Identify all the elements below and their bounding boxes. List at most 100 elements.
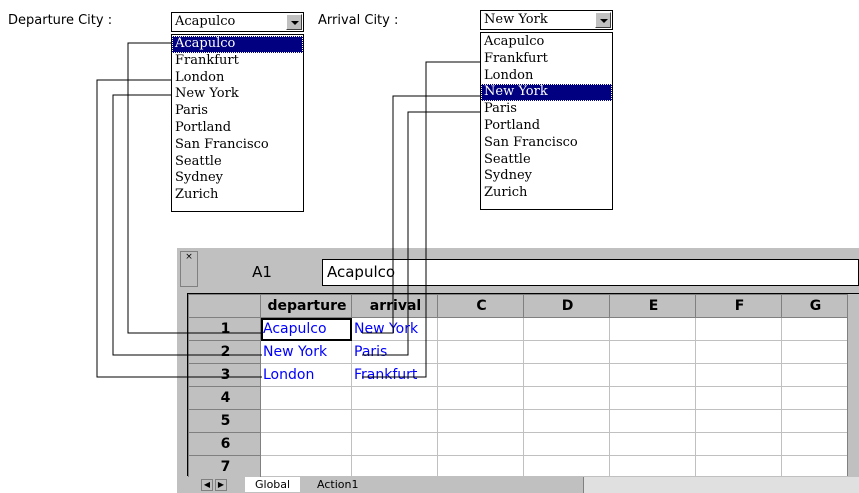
column-header[interactable]: G <box>781 294 848 318</box>
cell[interactable]: New York <box>351 317 438 341</box>
sheet-grid[interactable]: departure arrival C D E F G 1 Acapulco New York 2 N… <box>187 293 859 479</box>
list-item[interactable]: Seattle <box>172 154 303 171</box>
cell[interactable] <box>260 432 352 456</box>
cell[interactable] <box>523 409 610 433</box>
row-header[interactable]: 7 <box>188 455 261 479</box>
list-item[interactable]: San Francisco <box>481 135 612 152</box>
row-header[interactable]: 6 <box>188 432 261 456</box>
list-item[interactable]: Acapulco <box>481 34 612 51</box>
cell[interactable] <box>351 432 438 456</box>
cell[interactable] <box>609 386 696 410</box>
column-header[interactable]: arrival <box>351 294 438 318</box>
cell[interactable] <box>781 317 848 341</box>
cell[interactable] <box>781 363 848 387</box>
row-header[interactable]: 5 <box>188 409 261 433</box>
formula-bar-input[interactable]: Acapulco <box>322 259 859 286</box>
cell[interactable] <box>260 386 352 410</box>
chevron-down-icon[interactable] <box>286 14 302 30</box>
cell[interactable] <box>437 363 524 387</box>
cell[interactable] <box>437 455 524 479</box>
list-item[interactable]: New York <box>481 84 612 102</box>
departure-city-dropdown[interactable]: Acapulco <box>171 12 304 32</box>
cell[interactable] <box>609 455 696 479</box>
departure-city-list[interactable]: Acapulco Frankfurt London New York Paris Port… <box>171 34 304 212</box>
cell[interactable] <box>609 409 696 433</box>
list-item[interactable]: Portland <box>481 118 612 135</box>
column-header[interactable]: D <box>523 294 610 318</box>
name-box[interactable]: A1 <box>206 259 318 286</box>
sheet-corner-handle[interactable]: × <box>180 251 198 287</box>
chevron-down-icon[interactable] <box>595 12 611 28</box>
cell[interactable] <box>437 409 524 433</box>
list-item[interactable]: London <box>172 70 303 87</box>
cell[interactable] <box>437 340 524 364</box>
cell[interactable] <box>781 432 848 456</box>
list-item[interactable]: Frankfurt <box>481 51 612 68</box>
cell[interactable] <box>781 409 848 433</box>
arrival-city-dropdown[interactable]: New York <box>480 10 613 30</box>
list-item[interactable]: Seattle <box>481 152 612 169</box>
list-item[interactable]: Zurich <box>481 185 612 202</box>
cell[interactable] <box>523 340 610 364</box>
cell[interactable] <box>351 386 438 410</box>
row-header[interactable]: 3 <box>188 363 261 387</box>
cell[interactable] <box>351 455 438 479</box>
list-item[interactable]: San Francisco <box>172 137 303 154</box>
cell[interactable] <box>695 386 782 410</box>
cell[interactable] <box>437 317 524 341</box>
cell[interactable] <box>523 455 610 479</box>
cell[interactable] <box>437 432 524 456</box>
arrival-city-list[interactable]: Acapulco Frankfurt London New York Paris Port… <box>480 32 613 210</box>
cell[interactable] <box>695 363 782 387</box>
cell[interactable] <box>781 386 848 410</box>
cell[interactable] <box>437 386 524 410</box>
list-item[interactable]: Frankfurt <box>172 53 303 70</box>
row-header[interactable]: 1 <box>188 317 261 341</box>
cell[interactable]: Frankfurt <box>351 363 438 387</box>
cell[interactable] <box>260 409 352 433</box>
cell[interactable] <box>523 432 610 456</box>
cell[interactable] <box>695 455 782 479</box>
cell[interactable] <box>695 409 782 433</box>
cell[interactable]: London <box>260 363 352 387</box>
list-item[interactable]: New York <box>172 86 303 103</box>
list-item[interactable]: Portland <box>172 120 303 137</box>
cell[interactable] <box>695 432 782 456</box>
tab-action1[interactable]: Action1 <box>307 477 368 492</box>
list-item[interactable]: London <box>481 68 612 85</box>
list-item[interactable]: Sydney <box>481 168 612 185</box>
cell[interactable] <box>260 455 352 479</box>
cell[interactable]: Acapulco <box>260 317 352 341</box>
cell[interactable] <box>523 386 610 410</box>
vertical-scrollbar[interactable] <box>847 294 859 476</box>
column-header[interactable]: E <box>609 294 696 318</box>
cell[interactable] <box>695 317 782 341</box>
select-all-corner[interactable] <box>188 294 261 318</box>
tab-prev-button[interactable]: ◀ <box>201 479 213 491</box>
cell[interactable] <box>609 363 696 387</box>
list-item[interactable]: Sydney <box>172 170 303 187</box>
column-header[interactable]: C <box>437 294 524 318</box>
cell[interactable] <box>609 432 696 456</box>
list-item[interactable]: Paris <box>481 101 612 118</box>
cell[interactable] <box>351 409 438 433</box>
cell[interactable] <box>609 340 696 364</box>
cell[interactable] <box>781 340 848 364</box>
cell[interactable] <box>781 455 848 479</box>
list-item[interactable]: Paris <box>172 103 303 120</box>
cell[interactable] <box>609 317 696 341</box>
list-item[interactable]: Zurich <box>172 187 303 204</box>
column-header[interactable]: departure <box>260 294 352 318</box>
row-header[interactable]: 2 <box>188 340 261 364</box>
column-header[interactable]: F <box>695 294 782 318</box>
tab-next-button[interactable]: ▶ <box>215 479 227 491</box>
cell[interactable] <box>695 340 782 364</box>
horizontal-scrollbar[interactable] <box>583 477 859 493</box>
list-item[interactable]: Acapulco <box>172 36 303 53</box>
cell[interactable] <box>523 317 610 341</box>
cell[interactable]: New York <box>260 340 352 364</box>
cell[interactable]: Paris <box>351 340 438 364</box>
cell[interactable] <box>523 363 610 387</box>
tab-global[interactable]: Global <box>245 477 301 492</box>
cell-table[interactable]: departure arrival C D E F G 1 Acapulco New York 2 N… <box>188 294 848 479</box>
